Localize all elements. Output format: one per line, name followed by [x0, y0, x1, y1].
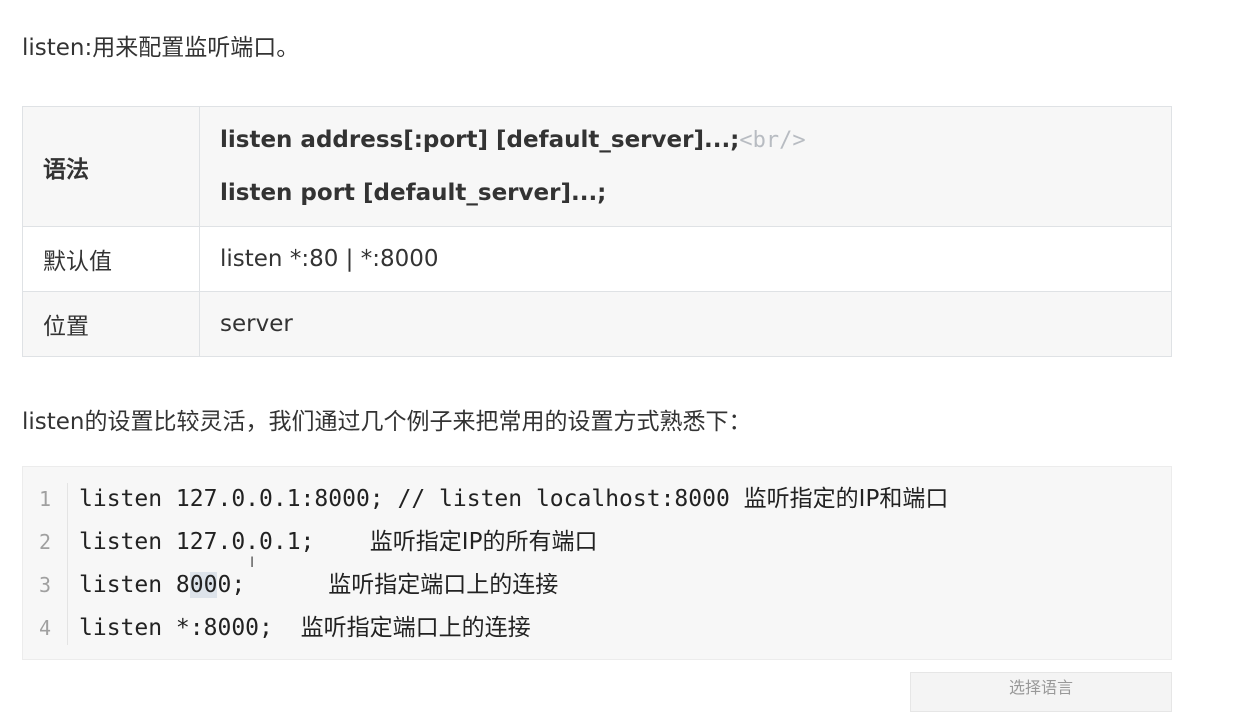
- br-tag: <br/>: [739, 128, 806, 153]
- line-number: 3: [39, 573, 52, 597]
- select-language-button[interactable]: 选择语言: [910, 672, 1172, 712]
- code-text: listen 127.0.0.1:8000; // listen localho…: [79, 486, 744, 512]
- line-number: 1: [39, 487, 52, 511]
- description-paragraph: listen的设置比较灵活，我们通过几个例子来把常用的设置方式熟悉下：: [22, 409, 752, 435]
- directive-table: 语法 listen address[:port] [default_server…: [22, 106, 1172, 357]
- code-text: listen 127.0.0.1;: [79, 529, 370, 555]
- position-value: server: [199, 291, 1172, 357]
- syntax-label: 语法: [22, 106, 200, 227]
- code-text: 0;: [217, 572, 329, 598]
- code-text: listen 8: [79, 572, 190, 598]
- code-comment: 监听指定IP的所有端口: [369, 529, 598, 555]
- code-block[interactable]: 1 listen 127.0.0.1:8000; // listen local…: [22, 466, 1172, 660]
- syntax-line-2: listen port [default_server]...;: [220, 180, 607, 206]
- line-number: 4: [39, 616, 52, 640]
- code-line-2: listen 127.0.0.1; 监听指定IP的所有端口: [79, 528, 597, 556]
- code-text: listen *:8000;: [79, 615, 301, 641]
- default-label: 默认值: [22, 226, 200, 292]
- code-line-3: listen 8000; 监听指定端口上的连接: [79, 571, 558, 599]
- text-cursor-icon: I: [250, 556, 254, 578]
- table-row-position: 位置 server: [22, 291, 1172, 357]
- line-number: 2: [39, 530, 52, 554]
- position-label: 位置: [22, 291, 200, 357]
- syntax-line-1-text: listen address[:port] [default_server]..…: [220, 127, 740, 153]
- syntax-value: listen address[:port] [default_server]..…: [199, 106, 1172, 227]
- intro-paragraph: listen:用来配置监听端口。: [22, 35, 300, 61]
- code-line-4: listen *:8000; 监听指定端口上的连接: [79, 614, 531, 642]
- code-line-1: listen 127.0.0.1:8000; // listen localho…: [79, 485, 948, 513]
- code-comment: 监听指定的IP和端口: [743, 486, 949, 512]
- default-value: listen *:80 | *:8000: [199, 226, 1172, 292]
- table-row-default: 默认值 listen *:80 | *:8000: [22, 226, 1172, 292]
- syntax-line-1: listen address[:port] [default_server]..…: [220, 114, 1171, 167]
- selection-highlight: 00: [189, 572, 218, 598]
- table-row-syntax: 语法 listen address[:port] [default_server…: [22, 106, 1172, 227]
- code-comment: 监听指定端口上的连接: [300, 615, 531, 641]
- code-comment: 监听指定端口上的连接: [328, 572, 559, 598]
